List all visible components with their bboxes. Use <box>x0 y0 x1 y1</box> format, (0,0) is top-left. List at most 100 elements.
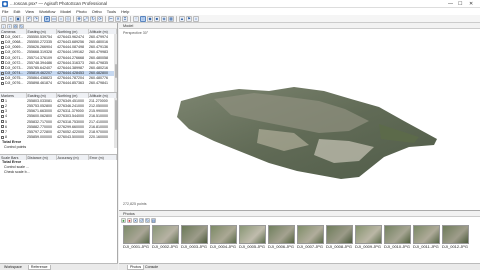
photo-thumb[interactable]: DJI_0005.JPG <box>239 225 267 253</box>
menu-view[interactable]: View <box>25 9 34 14</box>
checkbox[interactable] <box>1 35 4 39</box>
export-icon[interactable]: ↑ <box>7 23 12 29</box>
dense-cloud-icon[interactable]: ⁙ <box>140 15 146 22</box>
maximize-button[interactable]: ☐ <box>458 1 462 7</box>
save-icon[interactable]: ▣ <box>15 15 21 22</box>
table-row-selected[interactable]: DJI_0074... 255819.462207 4276444.428453 26… <box>0 70 117 76</box>
minimize-button[interactable]: — <box>448 1 453 7</box>
table-row[interactable]: DJI_0072... 255748.394486 4276444.316373 26… <box>0 60 117 65</box>
redo-icon[interactable]: ↷ <box>33 15 39 22</box>
point-cloud-render[interactable] <box>119 29 480 201</box>
photo-thumb[interactable]: DJI_0009.JPG <box>355 225 383 253</box>
photo-thumb[interactable]: DJI_0003.JPG <box>181 225 209 253</box>
wireframe-icon[interactable]: ◈ <box>161 15 167 22</box>
rotate-right-icon[interactable]: ↻ <box>145 218 150 223</box>
checkbox[interactable] <box>1 61 4 65</box>
photo-thumb[interactable]: DJI_0010.JPG <box>384 225 412 253</box>
rotate-left-icon[interactable]: ↺ <box>139 218 144 223</box>
photo-thumb[interactable]: DJI_0006.JPG <box>268 225 296 253</box>
checkbox[interactable] <box>1 114 4 118</box>
crop-selection-icon[interactable]: ⌗ <box>122 15 128 22</box>
shaded-mesh-icon[interactable]: ◆ <box>147 15 153 22</box>
disable-icon[interactable]: ● <box>127 218 132 223</box>
checkbox[interactable] <box>1 109 4 113</box>
table-row[interactable]: DJI_0073... 255785.642407 4276444.389987 26… <box>0 65 117 70</box>
photo-thumb[interactable]: DJI_0004.JPG <box>210 225 238 253</box>
textured-icon[interactable]: ▦ <box>168 15 174 22</box>
checkbox[interactable] <box>1 120 4 124</box>
checkbox[interactable] <box>1 125 4 129</box>
show-markers-icon[interactable]: ⚑ <box>186 15 192 22</box>
enable-icon[interactable]: ● <box>121 218 126 223</box>
circle-select-icon[interactable]: ○ <box>58 15 64 22</box>
checkbox[interactable] <box>1 40 4 44</box>
show-cameras-icon[interactable]: ▲ <box>179 15 185 22</box>
rotate-object-icon[interactable]: ⟳ <box>97 15 103 22</box>
rectangle-select-icon[interactable]: ▭ <box>51 15 57 22</box>
import-icon[interactable]: ↓ <box>1 23 6 29</box>
photo-thumb[interactable]: DJI_0012.JPG <box>442 225 470 253</box>
ruler-icon[interactable]: ⊢ <box>108 15 114 22</box>
checkbox[interactable] <box>1 71 4 75</box>
undo-icon[interactable]: ↶ <box>26 15 32 22</box>
free-select-icon[interactable]: ◇ <box>65 15 71 22</box>
delete-selection-icon[interactable]: ✕ <box>115 15 121 22</box>
checkbox[interactable] <box>1 76 4 80</box>
open-folder-icon[interactable]: ▪ <box>8 15 14 22</box>
checkbox[interactable] <box>1 82 4 86</box>
table-row[interactable]: DJI_0070... 255668.319328 4276444.199162 26… <box>0 50 117 55</box>
solid-mesh-icon[interactable]: ■ <box>154 15 160 22</box>
checkbox[interactable] <box>1 130 4 134</box>
checkbox[interactable] <box>1 104 4 108</box>
settings-icon[interactable]: ⚙ <box>13 23 18 29</box>
photo-thumb-image <box>181 225 208 244</box>
menu-workflow[interactable]: Workflow <box>39 9 55 14</box>
menu-file[interactable]: File <box>2 9 8 14</box>
camera-name: DJI_0072... <box>5 60 24 65</box>
tab-console[interactable]: Console <box>145 265 158 269</box>
photo-thumb[interactable]: DJI_0001.JPG <box>123 225 151 253</box>
table-row[interactable]: DJI_0068... 255550.272335 4276443.689256 26… <box>0 39 117 44</box>
close-button[interactable]: ✕ <box>469 1 473 7</box>
menu-photo[interactable]: Photo <box>76 9 86 14</box>
markers-scrollbar[interactable] <box>114 98 117 148</box>
menu-model[interactable]: Model <box>60 9 71 14</box>
table-row[interactable]: DJI_0075... 255864.438823 4276444.787204 26… <box>0 76 117 81</box>
checkbox[interactable] <box>1 45 4 49</box>
photo-thumb[interactable]: DJI_0007.JPG <box>297 225 325 253</box>
model-view[interactable]: Model Perspective 30° 272,825 points <box>119 23 480 210</box>
table-row[interactable]: DJI_0067... 255550.539754 4276443.962474 26… <box>0 34 117 39</box>
checkbox[interactable] <box>1 135 4 139</box>
table-row[interactable]: DJI_0071... 255714.376109 4276444.276668 26… <box>0 55 117 60</box>
checkbox[interactable] <box>1 56 4 60</box>
tab-workspace[interactable]: Workspace <box>2 265 24 269</box>
update-icon[interactable]: ↻ <box>19 23 24 29</box>
point-cloud-icon[interactable]: ⁘ <box>133 15 139 22</box>
menu-edit[interactable]: Edit <box>13 9 20 14</box>
photo-thumb[interactable]: DJI_0008.JPG <box>326 225 354 253</box>
checkbox[interactable] <box>1 50 4 54</box>
move-region-icon[interactable]: ✥ <box>76 15 82 22</box>
resize-region-icon[interactable]: ⤢ <box>83 15 89 22</box>
cameras-scrollbar[interactable] <box>114 34 117 92</box>
navigation-icon[interactable]: ➤ <box>44 15 50 22</box>
menu-tools[interactable]: Tools <box>107 9 116 14</box>
menu-help[interactable]: Help <box>121 9 129 14</box>
photo-thumb[interactable]: DJI_0002.JPG <box>152 225 180 253</box>
view-mode-icon[interactable]: ▤ <box>151 218 156 223</box>
checkbox[interactable] <box>1 99 4 103</box>
photo-thumb[interactable]: DJI_0011.JPG <box>413 225 441 253</box>
menu-ortho[interactable]: Ortho <box>92 9 102 14</box>
remove-icon[interactable]: ✕ <box>133 218 138 223</box>
cell: 255550.272335 <box>27 39 52 44</box>
tab-model[interactable]: Model <box>123 24 133 28</box>
rotate-region-icon[interactable]: ↻ <box>90 15 96 22</box>
tab-reference[interactable]: Reference <box>27 264 51 270</box>
photo-thumb-image <box>210 225 237 244</box>
new-file-icon[interactable]: ▫ <box>1 15 7 22</box>
reset-view-icon[interactable]: ⌂ <box>193 15 199 22</box>
table-row[interactable]: DJI_0069... 255626.266904 4276444.087498 26… <box>0 45 117 50</box>
tab-photos[interactable]: Photos <box>127 265 145 270</box>
checkbox[interactable] <box>1 66 4 70</box>
table-row[interactable]: DJI_0076... 255898.461874 4276444.857363 26… <box>0 81 117 86</box>
